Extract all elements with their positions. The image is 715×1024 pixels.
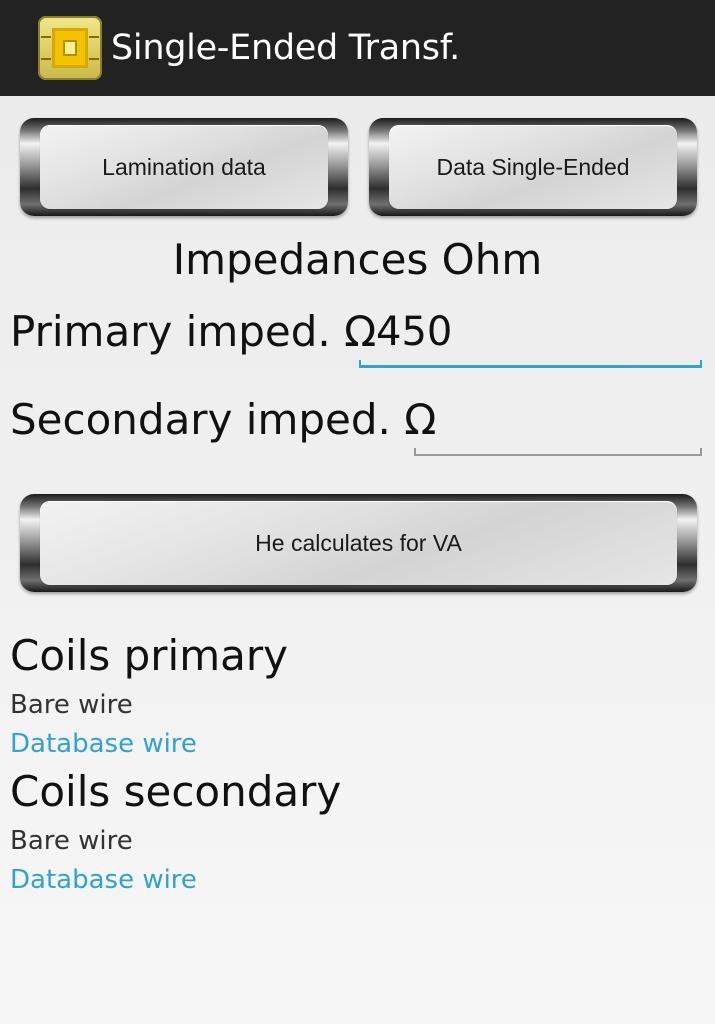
secondary-impedance-input[interactable] <box>415 394 702 446</box>
lamination-data-button-label: Lamination data <box>40 125 328 209</box>
calculate-va-button-label: He calculates for VA <box>40 501 677 585</box>
secondary-impedance-label: Secondary imped. Ω <box>10 395 437 444</box>
data-single-ended-button[interactable]: Data Single-Ended <box>369 118 697 216</box>
secondary-impedance-underline <box>414 448 702 456</box>
impedances-heading: Impedances Ohm <box>172 235 543 284</box>
transformer-core-icon <box>52 28 88 68</box>
transformer-app-icon[interactable] <box>38 16 102 80</box>
app-title: Single-Ended Transf. <box>111 28 461 68</box>
lamination-data-button[interactable]: Lamination data <box>20 118 348 216</box>
data-single-ended-button-label: Data Single-Ended <box>389 125 677 209</box>
primary-database-wire-link[interactable]: Database wire <box>10 727 197 761</box>
calculate-va-button[interactable]: He calculates for VA <box>20 494 697 592</box>
primary-impedance-input[interactable] <box>360 306 702 358</box>
secondary-database-wire-link[interactable]: Database wire <box>10 863 197 897</box>
primary-bare-wire-text: Bare wire <box>10 690 133 720</box>
secondary-bare-wire-text: Bare wire <box>10 826 133 856</box>
transformer-lead-right-icon <box>89 36 99 60</box>
primary-impedance-underline <box>359 360 702 368</box>
coils-primary-title: Coils primary <box>10 631 288 680</box>
action-bar: Single-Ended Transf. <box>0 0 715 96</box>
primary-impedance-label: Primary imped. Ω <box>10 307 377 356</box>
coils-secondary-title: Coils secondary <box>10 767 342 816</box>
transformer-lead-left-icon <box>41 36 51 60</box>
